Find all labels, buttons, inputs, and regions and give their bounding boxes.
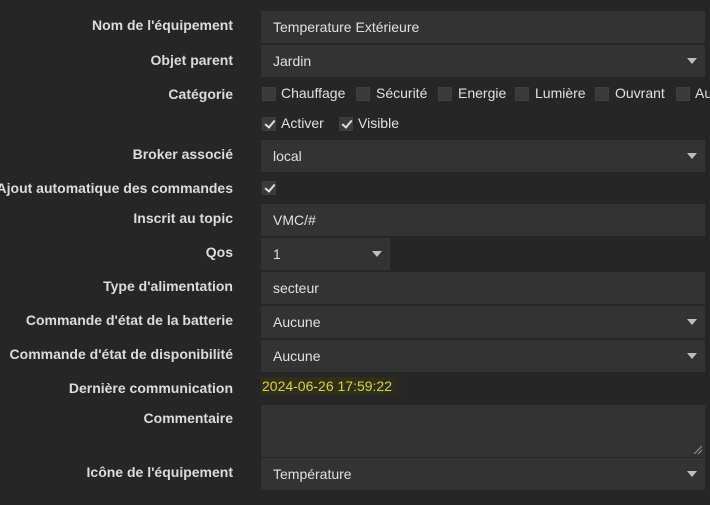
power-label: Type d'alimentation xyxy=(103,278,233,294)
battery-cmd-select[interactable]: Aucune xyxy=(261,306,705,338)
battery-cmd-select-value: Aucune xyxy=(273,314,321,330)
parent-label: Objet parent xyxy=(150,52,233,68)
category-checkbox-ouvrant[interactable] xyxy=(595,87,609,101)
topic-input[interactable]: VMC/# xyxy=(261,204,705,236)
icon-select-value: Température xyxy=(273,466,352,482)
parent-select[interactable]: Jardin xyxy=(261,45,705,77)
category-checkbox-chauffage[interactable] xyxy=(262,87,276,101)
last-comm-label: Dernière communication xyxy=(68,380,233,396)
chevron-down-icon xyxy=(687,319,697,325)
category-checkbox-lumiere[interactable] xyxy=(515,87,529,101)
broker-label: Broker associé xyxy=(132,146,233,162)
category-label-lumiere: Lumière xyxy=(535,85,586,101)
activate-checkbox[interactable] xyxy=(262,117,276,131)
name-label: Nom de l'équipement xyxy=(91,17,233,33)
chevron-down-icon xyxy=(372,251,382,257)
qos-label: Qos xyxy=(205,244,233,260)
category-label: Catégorie xyxy=(168,86,233,102)
qos-select[interactable]: 1 xyxy=(261,238,390,270)
power-input[interactable]: secteur xyxy=(261,272,705,304)
chevron-down-icon xyxy=(687,58,697,64)
category-label-autre: Au xyxy=(695,85,710,101)
activate-label: Activer xyxy=(281,115,324,131)
equipment-form: Nom de l'équipement Temperature Extérieu… xyxy=(0,0,710,505)
avail-cmd-label: Commande d'état de disponibilité xyxy=(9,346,233,362)
last-comm-value: 2024-06-26 17:59:22 xyxy=(261,377,408,395)
chevron-down-icon xyxy=(687,471,697,477)
comment-label: Commentaire xyxy=(143,410,233,426)
icon-select[interactable]: Température xyxy=(261,458,705,490)
category-label-ouvrant: Ouvrant xyxy=(615,85,665,101)
category-label-chauffage: Chauffage xyxy=(281,85,346,101)
category-label-energie: Energie xyxy=(458,85,507,101)
category-label-securite: Sécurité xyxy=(376,85,428,101)
category-checkbox-energie[interactable] xyxy=(438,87,452,101)
battery-cmd-label: Commande d'état de la batterie xyxy=(25,312,233,328)
avail-cmd-select-value: Aucune xyxy=(273,348,321,364)
chevron-down-icon xyxy=(687,353,697,359)
category-checkbox-securite[interactable] xyxy=(356,87,370,101)
resize-grip-icon[interactable] xyxy=(694,446,702,454)
icon-label: Icône de l'équipement xyxy=(86,464,233,480)
avail-cmd-select[interactable]: Aucune xyxy=(261,340,705,372)
qos-select-value: 1 xyxy=(273,246,281,262)
visible-checkbox[interactable] xyxy=(339,117,353,131)
topic-label: Inscrit au topic xyxy=(133,210,233,226)
chevron-down-icon xyxy=(687,153,697,159)
auto-add-checkbox[interactable] xyxy=(262,181,276,195)
broker-select-value: local xyxy=(273,148,302,164)
category-checkbox-autre[interactable] xyxy=(676,87,690,101)
visible-label: Visible xyxy=(358,115,399,131)
auto-add-label: Ajout automatique des commandes xyxy=(0,180,233,196)
name-input[interactable]: Temperature Extérieure xyxy=(261,11,705,43)
comment-textarea[interactable] xyxy=(261,405,705,457)
broker-select[interactable]: local xyxy=(261,140,705,172)
parent-select-value: Jardin xyxy=(273,53,312,69)
